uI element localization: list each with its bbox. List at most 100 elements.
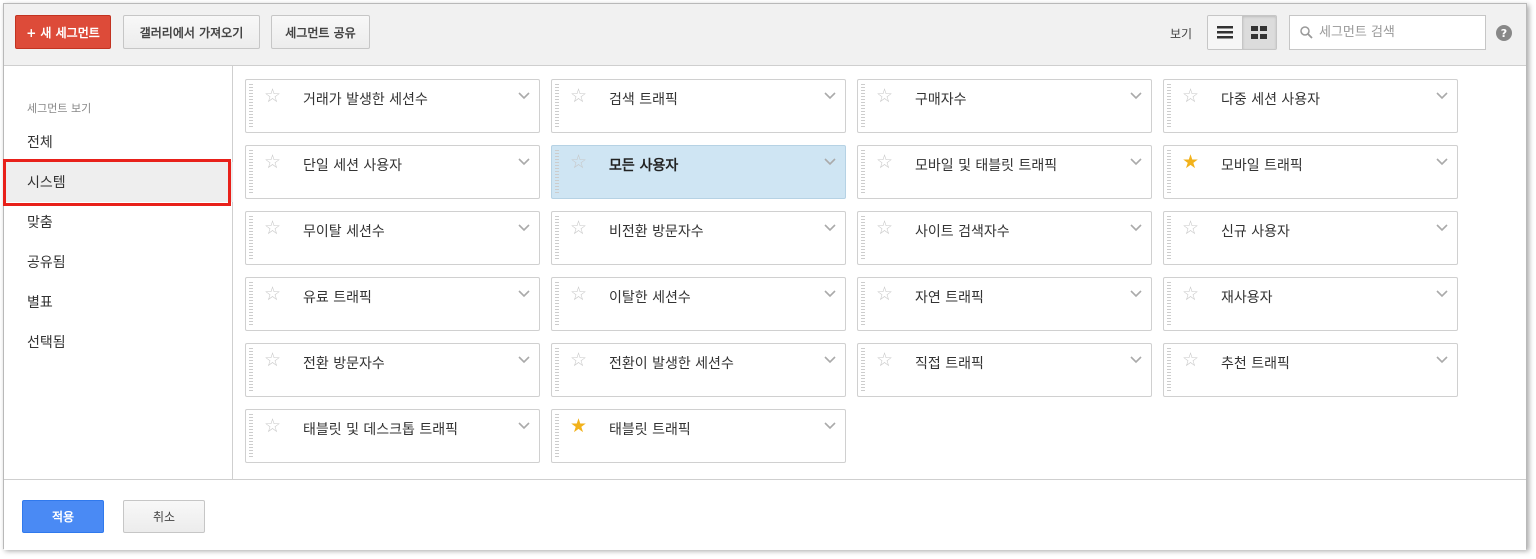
star-icon[interactable]: ☆ [1182,86,1199,106]
star-icon[interactable]: ☆ [570,152,587,172]
segment-card[interactable]: ☆ 구매자수 [857,79,1152,133]
chevron-down-icon[interactable] [517,89,531,103]
segment-card[interactable]: ☆ 단일 세션 사용자 [245,145,540,199]
chevron-down-icon[interactable] [517,221,531,235]
star-icon[interactable]: ☆ [264,284,281,304]
list-view-button[interactable] [1208,16,1242,49]
chevron-down-icon[interactable] [1129,221,1143,235]
drag-handle[interactable] [861,84,865,128]
segment-card[interactable]: ★ 모바일 트래픽 [1163,145,1458,199]
chevron-down-icon[interactable] [1435,287,1449,301]
segment-card[interactable]: ☆ 신규 사용자 [1163,211,1458,265]
chevron-down-icon[interactable] [1435,89,1449,103]
sidebar-item-starred[interactable]: 별표 [4,282,233,322]
star-icon[interactable]: ☆ [264,350,281,370]
segment-card[interactable]: ☆ 검색 트래픽 [551,79,846,133]
star-icon[interactable]: ☆ [1182,218,1199,238]
segment-card[interactable]: ☆ 거래가 발생한 세션수 [245,79,540,133]
sidebar-item-shared[interactable]: 공유됨 [4,242,233,282]
segment-card[interactable]: ☆ 모바일 및 태블릿 트래픽 [857,145,1152,199]
segment-card[interactable]: ☆ 유료 트래픽 [245,277,540,331]
star-icon[interactable]: ☆ [1182,350,1199,370]
chevron-down-icon[interactable] [1435,155,1449,169]
help-icon[interactable]: ? [1496,25,1512,41]
search-input[interactable] [1319,25,1479,40]
chevron-down-icon[interactable] [1129,89,1143,103]
chevron-down-icon[interactable] [823,287,837,301]
chevron-down-icon[interactable] [1129,287,1143,301]
chevron-down-icon[interactable] [1435,221,1449,235]
drag-handle[interactable] [249,216,253,260]
chevron-down-icon[interactable] [517,353,531,367]
sidebar-item-all[interactable]: 전체 [4,122,233,162]
segment-card[interactable]: ☆ 다중 세션 사용자 [1163,79,1458,133]
drag-handle[interactable] [555,414,559,458]
drag-handle[interactable] [249,414,253,458]
drag-handle[interactable] [555,348,559,392]
chevron-down-icon[interactable] [823,221,837,235]
segment-card[interactable]: ☆ 모든 사용자 [551,145,846,199]
chevron-down-icon[interactable] [823,89,837,103]
star-icon[interactable]: ☆ [876,86,893,106]
segment-card[interactable]: ☆ 직접 트래픽 [857,343,1152,397]
star-icon[interactable]: ☆ [876,218,893,238]
sidebar-item-system[interactable]: 시스템 [4,162,233,202]
drag-handle[interactable] [555,150,559,194]
drag-handle[interactable] [249,282,253,326]
chevron-down-icon[interactable] [1129,353,1143,367]
drag-handle[interactable] [1167,348,1171,392]
chevron-down-icon[interactable] [1129,155,1143,169]
segment-card[interactable]: ★ 태블릿 트래픽 [551,409,846,463]
star-icon[interactable]: ☆ [264,416,281,436]
segment-card[interactable]: ☆ 이탈한 세션수 [551,277,846,331]
sidebar-item-custom[interactable]: 맞춤 [4,202,233,242]
drag-handle[interactable] [249,84,253,128]
drag-handle[interactable] [249,150,253,194]
drag-handle[interactable] [861,282,865,326]
drag-handle[interactable] [1167,216,1171,260]
drag-handle[interactable] [555,216,559,260]
drag-handle[interactable] [861,348,865,392]
segment-card[interactable]: ☆ 재사용자 [1163,277,1458,331]
segment-card[interactable]: ☆ 비전환 방문자수 [551,211,846,265]
drag-handle[interactable] [249,348,253,392]
star-icon[interactable]: ☆ [570,86,587,106]
segment-card[interactable]: ☆ 태블릿 및 데스크톱 트래픽 [245,409,540,463]
star-icon[interactable]: ☆ [264,152,281,172]
star-icon[interactable]: ☆ [570,218,587,238]
chevron-down-icon[interactable] [1435,353,1449,367]
share-segment-button[interactable]: 세그먼트 공유 [271,15,370,49]
segment-card[interactable]: ☆ 자연 트래픽 [857,277,1152,331]
chevron-down-icon[interactable] [517,419,531,433]
apply-button[interactable]: 적용 [22,500,104,533]
chevron-down-icon[interactable] [823,353,837,367]
drag-handle[interactable] [1167,282,1171,326]
star-icon[interactable]: ☆ [876,350,893,370]
segment-card[interactable]: ☆ 전환 방문자수 [245,343,540,397]
chevron-down-icon[interactable] [823,419,837,433]
segment-card[interactable]: ☆ 추천 트래픽 [1163,343,1458,397]
drag-handle[interactable] [861,216,865,260]
star-icon[interactable]: ☆ [876,152,893,172]
drag-handle[interactable] [1167,84,1171,128]
star-icon[interactable]: ☆ [264,86,281,106]
chevron-down-icon[interactable] [517,287,531,301]
grid-view-button[interactable] [1241,16,1276,49]
drag-handle[interactable] [1167,150,1171,194]
drag-handle[interactable] [555,84,559,128]
import-from-gallery-button[interactable]: 갤러리에서 가져오기 [123,15,260,49]
chevron-down-icon[interactable] [517,155,531,169]
star-icon[interactable]: ☆ [1182,284,1199,304]
star-icon[interactable]: ☆ [264,218,281,238]
segment-card[interactable]: ☆ 전환이 발생한 세션수 [551,343,846,397]
drag-handle[interactable] [861,150,865,194]
star-icon[interactable]: ☆ [570,350,587,370]
drag-handle[interactable] [555,282,559,326]
segment-card[interactable]: ☆ 무이탈 세션수 [245,211,540,265]
chevron-down-icon[interactable] [823,155,837,169]
new-segment-button[interactable]: + 새 세그먼트 [15,15,111,49]
star-icon[interactable]: ★ [570,416,587,436]
star-icon[interactable]: ★ [1182,152,1199,172]
star-icon[interactable]: ☆ [876,284,893,304]
cancel-button[interactable]: 취소 [123,500,205,533]
